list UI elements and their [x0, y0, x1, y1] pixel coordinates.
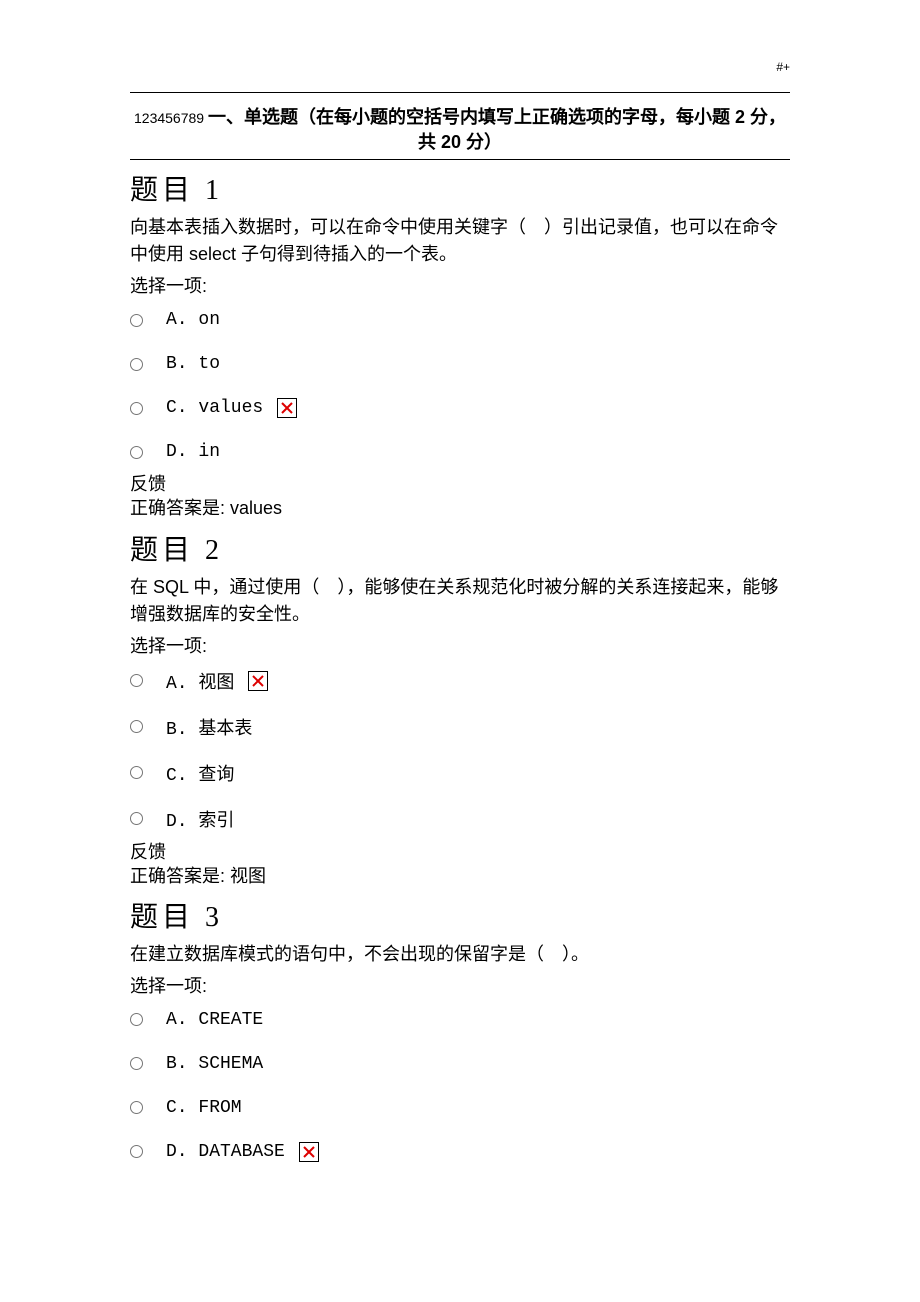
radio-wrapper: [130, 812, 152, 825]
option-row: C. values: [130, 396, 790, 420]
top-divider: [130, 92, 790, 93]
option-row: A. 视图: [130, 668, 790, 694]
option-label: B. SCHEMA: [166, 1054, 263, 1074]
section-title: 123456789 一、单选题（在每小题的空括号内填写上正确选项的字母，每小题 …: [130, 105, 790, 155]
option-row: C. 查询: [130, 760, 790, 786]
feedback-label: 反馈: [130, 470, 790, 496]
option-label: B. to: [166, 354, 220, 374]
section-title-line2: 共 20 分）: [418, 132, 502, 152]
option-radio[interactable]: [130, 446, 143, 459]
option-label: D. DATABASE: [166, 1142, 285, 1162]
select-prompt: 选择一项:: [130, 972, 790, 998]
select-prompt: 选择一项:: [130, 272, 790, 298]
option-label: A. 视图: [166, 668, 234, 694]
select-prompt: 选择一项:: [130, 632, 790, 658]
radio-wrapper: [130, 1013, 152, 1026]
question-text: 在 SQL 中，通过使用（ ），能够使在关系规范化时被分解的关系连接起来，能够增…: [130, 574, 790, 628]
question-text: 在建立数据库模式的语句中，不会出现的保留字是（ ）。: [130, 941, 790, 968]
question-heading: 题目 1: [130, 168, 790, 208]
option-label: A. CREATE: [166, 1010, 263, 1030]
option-radio[interactable]: [130, 766, 143, 779]
option-radio[interactable]: [130, 314, 143, 327]
radio-wrapper: [130, 358, 152, 371]
option-label: D. 索引: [166, 806, 234, 832]
radio-wrapper: [130, 720, 152, 733]
header-marker: #+: [130, 60, 790, 74]
option-radio[interactable]: [130, 674, 143, 687]
radio-wrapper: [130, 402, 152, 415]
option-label: D. in: [166, 442, 220, 462]
question-block: 题目 2 在 SQL 中，通过使用（ ），能够使在关系规范化时被分解的关系连接起来…: [130, 528, 790, 889]
section-title-line1: 一、单选题（在每小题的空括号内填写上正确选项的字母，每小题 2 分，: [208, 107, 786, 127]
option-radio[interactable]: [130, 812, 143, 825]
feedback-answer: 正确答案是: 视图: [130, 864, 790, 889]
broken-image-icon: [248, 671, 268, 691]
option-row: D. in: [130, 440, 790, 464]
question-text: 向基本表插入数据时，可以在命令中使用关键字（ ）引出记录值，也可以在命令中使用 …: [130, 214, 790, 268]
option-radio[interactable]: [130, 402, 143, 415]
option-row: B. to: [130, 352, 790, 376]
option-row: A. CREATE: [130, 1008, 790, 1032]
feedback-label: 反馈: [130, 838, 790, 864]
radio-wrapper: [130, 1145, 152, 1158]
feedback-answer: 正确答案是: values: [130, 496, 790, 521]
option-row: D. 索引: [130, 806, 790, 832]
option-label: C. FROM: [166, 1098, 242, 1118]
option-radio[interactable]: [130, 720, 143, 733]
option-label: A. on: [166, 310, 220, 330]
section-divider: [130, 159, 790, 160]
option-row: B. 基本表: [130, 714, 790, 740]
option-row: A. on: [130, 308, 790, 332]
radio-wrapper: [130, 1057, 152, 1070]
question-heading: 题目 2: [130, 528, 790, 568]
radio-wrapper: [130, 1101, 152, 1114]
radio-wrapper: [130, 446, 152, 459]
radio-wrapper: [130, 674, 152, 687]
section-prefix: 123456789: [134, 110, 208, 126]
option-label: C. values: [166, 398, 263, 418]
option-radio[interactable]: [130, 1101, 143, 1114]
question-heading: 题目 3: [130, 895, 790, 935]
option-label: C. 查询: [166, 760, 234, 786]
option-label: B. 基本表: [166, 714, 252, 740]
broken-image-icon: [277, 398, 297, 418]
question-block: 题目 1 向基本表插入数据时，可以在命令中使用关键字（ ）引出记录值，也可以在命令…: [130, 168, 790, 521]
option-row: B. SCHEMA: [130, 1052, 790, 1076]
option-row: C. FROM: [130, 1096, 790, 1120]
radio-wrapper: [130, 766, 152, 779]
option-radio[interactable]: [130, 1057, 143, 1070]
broken-image-icon: [299, 1142, 319, 1162]
option-radio[interactable]: [130, 358, 143, 371]
questions-container: 题目 1 向基本表插入数据时，可以在命令中使用关键字（ ）引出记录值，也可以在命令…: [130, 168, 790, 1163]
option-row: D. DATABASE: [130, 1140, 790, 1164]
radio-wrapper: [130, 314, 152, 327]
option-radio[interactable]: [130, 1013, 143, 1026]
option-radio[interactable]: [130, 1145, 143, 1158]
question-block: 题目 3 在建立数据库模式的语句中，不会出现的保留字是（ ）。选择一项: A. CR…: [130, 895, 790, 1164]
